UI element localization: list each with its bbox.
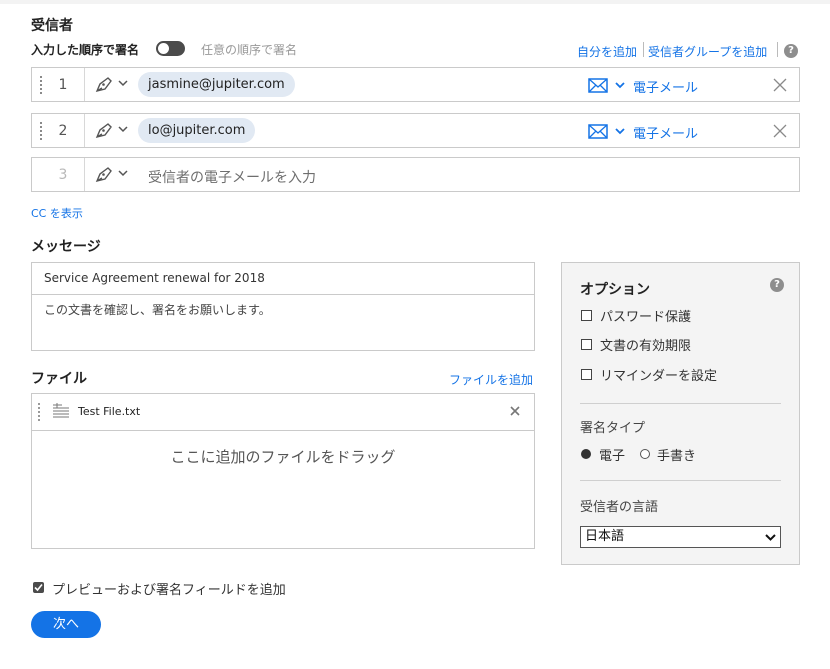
top-strip (0, 0, 830, 4)
file-item: Test File.txt (32, 394, 534, 431)
close-icon[interactable] (510, 406, 520, 416)
chevron-down-icon[interactable] (118, 168, 128, 178)
pen-icon[interactable] (94, 76, 114, 94)
recipient-email-chip[interactable]: jasmine@jupiter.com (138, 72, 295, 97)
language-value: 日本語 (585, 529, 625, 544)
message-box: Service Agreement renewal for 2018 この文書を… (31, 262, 535, 351)
radio-handwritten-label: 手書き (657, 449, 697, 464)
recipient-number: 3 (58, 167, 68, 183)
message-title: メッセージ (31, 239, 101, 255)
mail-icon[interactable] (588, 78, 608, 93)
subject-input[interactable]: Service Agreement renewal for 2018 (32, 263, 534, 295)
expiration-checkbox[interactable] (581, 339, 592, 350)
reminder-label: リマインダーを設定 (600, 369, 718, 384)
reminder-checkbox[interactable] (581, 369, 592, 380)
link-divider (777, 42, 778, 57)
chevron-down-icon (765, 534, 776, 541)
recipient-row: 3 受信者の電子メールを入力 (31, 157, 800, 192)
radio-electronic-label: 電子 (599, 449, 626, 464)
help-icon[interactable]: ? (770, 278, 784, 292)
files-title: ファイル (31, 371, 87, 387)
signature-type-label: 署名タイプ (580, 421, 646, 436)
recipients-title: 受信者 (31, 18, 73, 34)
recipient-email-chip[interactable]: lo@jupiter.com (138, 118, 256, 143)
recipient-number: 2 (58, 123, 68, 139)
add-self-link[interactable]: 自分を追加 (577, 43, 637, 60)
message-body-input[interactable]: この文書を確認し、署名をお願いします。 (32, 295, 534, 324)
divider (84, 68, 85, 101)
preview-label: プレビューおよび署名フィールドを追加 (52, 583, 286, 598)
options-title: オプション (580, 282, 650, 298)
file-drop-zone[interactable]: Test File.txt ここに追加のファイルをドラッグ (31, 393, 535, 549)
mail-icon[interactable] (588, 124, 608, 139)
language-select[interactable]: 日本語 (580, 526, 781, 548)
help-icon[interactable]: ? (784, 44, 798, 58)
chevron-down-icon[interactable] (615, 126, 625, 136)
language-label: 受信者の言語 (580, 500, 659, 515)
text-file-icon (53, 403, 69, 418)
close-icon[interactable] (773, 124, 787, 138)
add-recipient-group-link[interactable]: 受信者グループを追加 (648, 43, 767, 60)
chevron-down-icon[interactable] (615, 80, 625, 90)
divider (580, 480, 781, 481)
pen-icon[interactable] (94, 166, 114, 184)
options-panel: オプション ? パスワード保護 文書の有効期限 リマインダーを設定 署名タイプ … (561, 262, 800, 565)
order-label-active: 入力した順序で署名 (31, 43, 140, 57)
close-icon[interactable] (773, 78, 787, 92)
recipient-number: 1 (58, 77, 68, 93)
divider (580, 403, 781, 404)
drag-handle-icon[interactable] (38, 403, 40, 421)
drop-hint: ここに追加のファイルをドラッグ (170, 448, 396, 466)
drag-handle-icon[interactable] (40, 122, 42, 140)
checkmark-icon (34, 583, 43, 592)
password-checkbox[interactable] (581, 310, 592, 321)
next-button[interactable]: 次へ (31, 611, 101, 638)
delivery-method[interactable]: 電子メール (633, 123, 698, 142)
show-cc-link[interactable]: CC を表示 (31, 205, 83, 221)
divider (84, 158, 85, 191)
order-label-inactive: 任意の順序で署名 (201, 43, 298, 57)
radio-electronic[interactable] (581, 449, 591, 459)
add-file-link[interactable]: ファイルを追加 (449, 371, 533, 388)
expiration-label: 文書の有効期限 (600, 339, 692, 354)
preview-checkbox[interactable] (33, 582, 44, 593)
recipient-row: 2 lo@jupiter.com 電子メール (31, 113, 800, 148)
delivery-method[interactable]: 電子メール (633, 77, 698, 96)
divider (84, 114, 85, 147)
drag-handle-icon[interactable] (40, 76, 42, 94)
file-name: Test File.txt (78, 405, 141, 418)
chevron-down-icon[interactable] (118, 124, 128, 134)
pen-icon[interactable] (94, 122, 114, 140)
link-divider (643, 42, 644, 57)
recipient-email-input[interactable]: 受信者の電子メールを入力 (148, 167, 316, 187)
chevron-down-icon[interactable] (118, 78, 128, 88)
radio-handwritten[interactable] (640, 449, 650, 459)
sign-order-toggle[interactable] (156, 41, 185, 56)
password-label: パスワード保護 (600, 310, 692, 325)
recipient-row: 1 jasmine@jupiter.com 電子メール (31, 67, 800, 102)
